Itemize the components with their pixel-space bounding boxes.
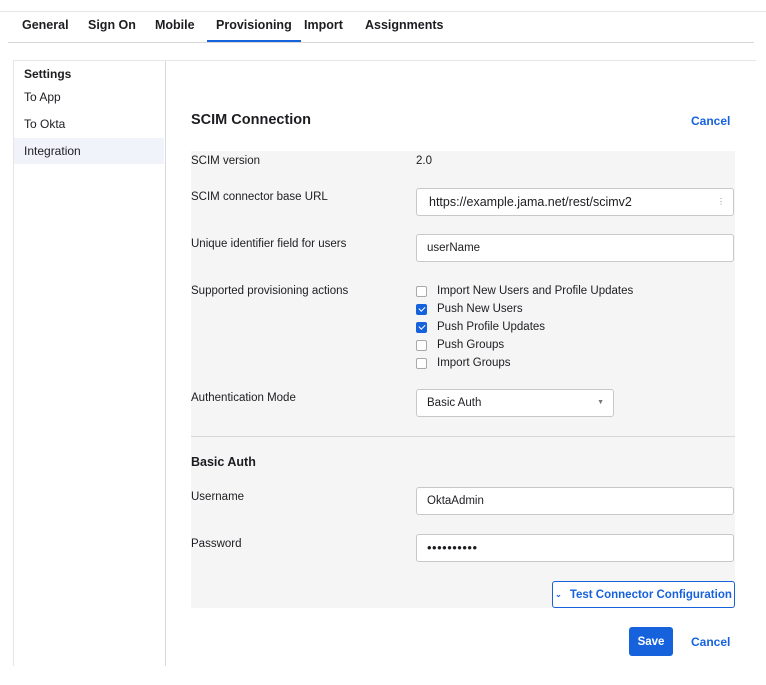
basic-auth-heading: Basic Auth xyxy=(191,455,256,469)
sidebar-item-to-app[interactable]: To App xyxy=(14,84,164,110)
base-url-input[interactable]: https://example.jama.net/rest/scimv2 ⋮ xyxy=(416,188,734,216)
password-input[interactable]: •••••••••• xyxy=(416,534,734,562)
checkbox-push-profile-updates[interactable] xyxy=(416,321,427,333)
username-input[interactable]: OktaAdmin xyxy=(416,487,734,515)
checkbox-import-users[interactable] xyxy=(416,285,427,297)
caret-down-icon: ▼ xyxy=(597,399,604,406)
action-import-groups[interactable]: Import Groups xyxy=(416,355,511,371)
tab-import[interactable]: Import xyxy=(304,18,343,32)
save-button[interactable]: Save xyxy=(629,627,673,656)
unique-id-value: userName xyxy=(427,242,481,254)
actions-label: Supported provisioning actions xyxy=(191,285,349,297)
username-value: OktaAdmin xyxy=(427,495,484,507)
auth-mode-label: Authentication Mode xyxy=(191,392,296,404)
settings-sidebar: Settings To App To Okta Integration xyxy=(13,60,166,666)
checkbox-push-groups[interactable] xyxy=(416,339,427,351)
checkbox-label: Import Groups xyxy=(437,357,511,369)
page-title: SCIM Connection xyxy=(191,112,312,128)
checkbox-label: Import New Users and Profile Updates xyxy=(437,285,634,297)
checkbox-label: Push New Users xyxy=(437,303,523,315)
app-tabs: General Sign On Mobile Provisioning Impo… xyxy=(8,12,754,43)
main-top-divider xyxy=(164,60,756,61)
unique-id-label: Unique identifier field for users xyxy=(191,238,347,250)
checkbox-label: Push Profile Updates xyxy=(437,321,546,333)
test-connector-button[interactable]: ⌄ Test Connector Configuration xyxy=(552,581,735,608)
action-push-profile-updates[interactable]: Push Profile Updates xyxy=(416,319,545,335)
checkbox-import-groups[interactable] xyxy=(416,357,427,369)
base-url-label: SCIM connector base URL xyxy=(191,191,328,203)
tab-mobile[interactable]: Mobile xyxy=(155,18,195,32)
auth-mode-value: Basic Auth xyxy=(427,397,482,409)
base-url-value: https://example.jama.net/rest/scimv2 xyxy=(429,195,632,209)
tab-assignments[interactable]: Assignments xyxy=(365,18,444,32)
sidebar-item-integration[interactable]: Integration xyxy=(14,138,164,164)
chevron-down-icon: ⌄ xyxy=(555,590,562,599)
password-value: •••••••••• xyxy=(427,540,478,555)
cancel-button[interactable]: Cancel xyxy=(691,635,730,649)
sidebar-item-to-okta[interactable]: To Okta xyxy=(14,111,164,137)
password-label: Password xyxy=(191,538,242,550)
action-push-groups[interactable]: Push Groups xyxy=(416,337,504,353)
scim-version-value: 2.0 xyxy=(416,155,432,167)
sidebar-heading: Settings xyxy=(24,67,72,81)
checkbox-label: Push Groups xyxy=(437,339,505,351)
action-push-new-users[interactable]: Push New Users xyxy=(416,301,523,317)
cancel-top-link[interactable]: Cancel xyxy=(691,114,730,128)
tab-sign-on[interactable]: Sign On xyxy=(88,18,136,32)
tab-general[interactable]: General xyxy=(22,18,69,32)
test-connector-label: Test Connector Configuration xyxy=(569,588,732,601)
more-options-icon[interactable]: ⋮ xyxy=(717,198,725,206)
unique-id-input[interactable]: userName xyxy=(416,234,734,262)
scim-version-label: SCIM version xyxy=(191,155,261,167)
section-divider xyxy=(191,436,735,437)
username-label: Username xyxy=(191,491,245,503)
tab-provisioning[interactable]: Provisioning xyxy=(207,18,301,42)
action-import-users[interactable]: Import New Users and Profile Updates xyxy=(416,283,633,299)
checkbox-push-new-users[interactable] xyxy=(416,303,427,315)
auth-mode-select[interactable]: Basic Auth ▼ xyxy=(416,389,614,417)
